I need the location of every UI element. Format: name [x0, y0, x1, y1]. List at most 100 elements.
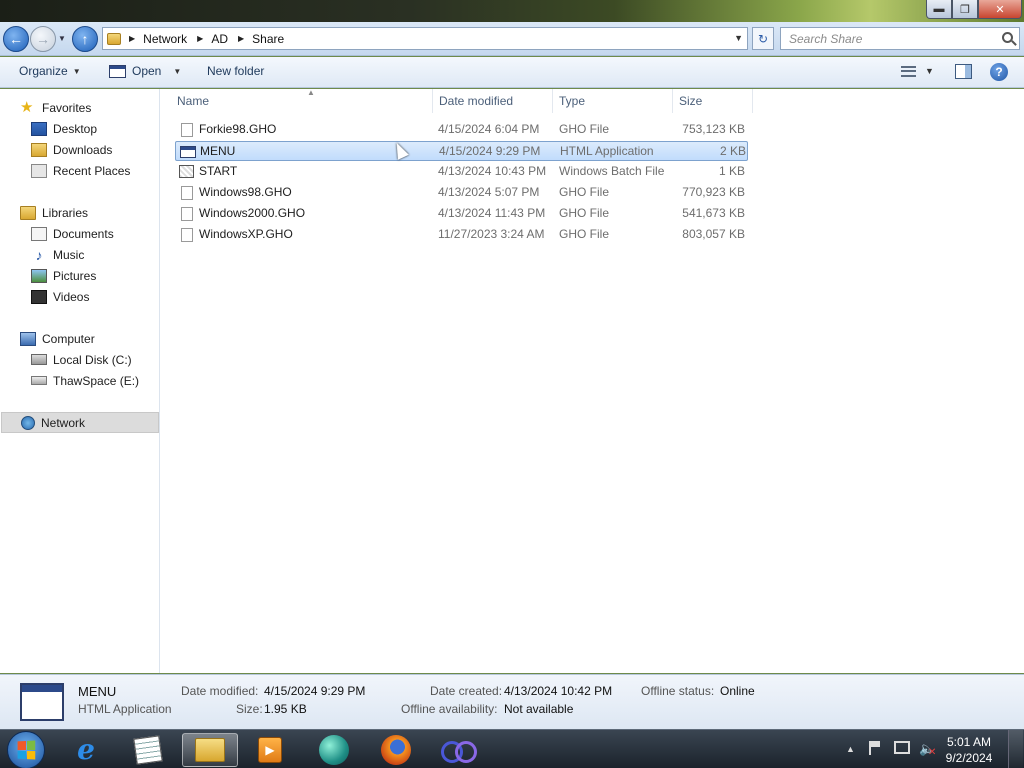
notepad-icon	[133, 735, 163, 765]
file-row-windowsxp[interactable]: WindowsXP.GHO 11/27/2023 3:24 AM GHO Fil…	[175, 225, 748, 245]
address-bar[interactable]: ▶ Network ▶ AD ▶ Share ▼	[102, 27, 748, 50]
refresh-button[interactable]: ↻	[752, 27, 774, 50]
up-button[interactable]: ↑	[72, 26, 98, 52]
navigation-bar: ← → ▼ ↑ ▶ Network ▶ AD ▶ Share ▼ ↻	[0, 22, 1024, 56]
breadcrumb-ad[interactable]: AD	[211, 32, 228, 46]
file-type: GHO File	[559, 206, 610, 220]
preview-pane-icon[interactable]	[955, 64, 972, 79]
clock-time: 5:01 AM	[946, 735, 992, 749]
sidebar-item-favorites[interactable]: ★ Favorites	[20, 97, 178, 118]
file-name: Windows2000.GHO	[199, 206, 306, 220]
sidebar-item-label: Recent Places	[53, 163, 131, 178]
open-button[interactable]: Open ▼	[109, 64, 181, 78]
offline-availability-label: Offline availability:	[401, 702, 498, 716]
file-row-windows98[interactable]: Windows98.GHO 4/13/2024 5:07 PM GHO File…	[175, 183, 748, 203]
close-button[interactable]: ✕	[978, 0, 1022, 19]
start-button[interactable]	[7, 731, 45, 768]
help-button[interactable]: ?	[990, 63, 1008, 81]
caption-buttons: ▬ ❐ ✕	[926, 0, 1022, 19]
column-header-label: Name	[177, 94, 210, 108]
file-type: Windows Batch File	[559, 164, 665, 178]
breadcrumb-share[interactable]: Share	[252, 32, 284, 46]
action-center-flag-icon[interactable]	[869, 741, 881, 755]
chevron-down-icon[interactable]: ▼	[173, 67, 181, 76]
file-size: 2 KB	[719, 144, 746, 158]
change-view-icon[interactable]	[901, 66, 916, 77]
explorer-window: ▬ ❐ ✕ ← → ▼ ↑ ▶ Network ▶ AD ▶ Share ▼ ↻…	[0, 0, 1024, 729]
file-row-start[interactable]: START 4/13/2024 10:43 PM Windows Batch F…	[175, 162, 748, 182]
navigation-pane: ★ Favorites Desktop Downloads Recent Pla…	[0, 89, 160, 673]
file-icon	[181, 207, 193, 221]
file-name: Forkie98.GHO	[199, 122, 277, 136]
system-clock[interactable]: 5:01 AM 9/2/2024	[939, 734, 999, 766]
sidebar-item-label: Libraries	[42, 205, 89, 220]
sidebar-item-network[interactable]: Network	[1, 412, 159, 433]
file-size: 803,057 KB	[682, 227, 745, 241]
details-file-type: HTML Application	[78, 702, 172, 716]
taskbar-media-player[interactable]: ▶	[242, 733, 298, 767]
back-button[interactable]: ←	[3, 26, 29, 52]
file-row-menu[interactable]: MENU 4/15/2024 9:29 PM HTML Application …	[175, 141, 748, 161]
column-header-type[interactable]: Type	[553, 89, 673, 113]
address-history-dropdown-icon[interactable]: ▼	[734, 33, 743, 43]
file-size: 770,923 KB	[682, 185, 745, 199]
file-type: GHO File	[559, 227, 610, 241]
show-desktop-button[interactable]	[1008, 730, 1023, 768]
media-player-icon: ▶	[258, 737, 282, 763]
mute-indicator-icon: ✕	[928, 747, 937, 758]
breadcrumb-network[interactable]: Network	[143, 32, 187, 46]
search-icon[interactable]	[1002, 32, 1013, 43]
file-date-modified: 4/13/2024 11:43 PM	[438, 206, 546, 220]
search-input[interactable]	[789, 31, 989, 46]
taskbar-notepad[interactable]	[120, 733, 176, 767]
sidebar-item-computer[interactable]: Computer	[20, 328, 178, 349]
file-icon	[181, 123, 193, 137]
organize-button[interactable]: Organize ▼	[19, 64, 81, 78]
drive-icon	[31, 376, 47, 385]
file-size: 1 KB	[718, 164, 745, 178]
sidebar-item-label: Desktop	[53, 121, 98, 136]
chevron-down-icon[interactable]: ▼	[925, 66, 934, 76]
network-status-icon[interactable]	[894, 741, 910, 754]
taskbar-firefox[interactable]	[368, 733, 424, 767]
search-box[interactable]	[780, 27, 1020, 50]
file-type: GHO File	[559, 185, 610, 199]
network-icon	[21, 415, 35, 430]
firefox-icon	[381, 735, 411, 765]
column-header-size[interactable]: Size	[673, 89, 753, 113]
organize-label: Organize	[19, 64, 68, 78]
restore-button[interactable]: ❐	[952, 0, 978, 19]
chevron-right-icon[interactable]: ▶	[129, 34, 135, 43]
recent-places-icon	[31, 163, 47, 178]
hard-disk-icon	[31, 354, 47, 365]
taskbar-loop-app[interactable]	[430, 733, 486, 767]
sidebar-item-label: ThawSpace (E:)	[53, 373, 140, 388]
chevron-right-icon[interactable]: ▶	[238, 34, 244, 43]
taskbar-windows-explorer[interactable]	[182, 733, 238, 767]
recent-pages-dropdown-icon[interactable]: ▼	[58, 34, 66, 43]
column-header-date-modified[interactable]: Date modified	[433, 89, 553, 113]
sidebar-item-label: Favorites	[42, 100, 92, 115]
taskbar-internet-explorer[interactable]: e	[58, 733, 114, 767]
sidebar-item-label: Music	[53, 247, 85, 262]
file-icon	[181, 228, 193, 242]
sidebar-item-libraries[interactable]: Libraries	[20, 202, 178, 223]
forward-button[interactable]: →	[30, 26, 56, 52]
file-row-forkie98[interactable]: Forkie98.GHO 4/15/2024 6:04 PM GHO File …	[175, 120, 748, 140]
sidebar-item-label: Local Disk (C:)	[53, 352, 132, 367]
new-folder-button[interactable]: New folder	[207, 64, 264, 78]
desktop-icon	[31, 121, 47, 136]
file-name: MENU	[200, 144, 236, 158]
minimize-button[interactable]: ▬	[926, 0, 952, 19]
file-row-windows2000[interactable]: Windows2000.GHO 4/13/2024 11:43 PM GHO F…	[175, 204, 748, 224]
chevron-right-icon[interactable]: ▶	[197, 34, 203, 43]
film-strip-icon	[31, 289, 47, 304]
internet-explorer-icon: e	[77, 733, 95, 766]
taskbar-globe-app[interactable]	[306, 733, 362, 767]
chevron-down-icon: ▼	[72, 66, 81, 76]
details-file-name: MENU	[78, 684, 117, 699]
documents-icon	[31, 226, 47, 241]
column-header-name[interactable]: Name ▲	[171, 88, 433, 113]
show-hidden-icons-icon[interactable]: ▲	[846, 744, 855, 754]
command-bar: Organize ▼ Open ▼ New folder ▼ ?	[0, 57, 1024, 88]
